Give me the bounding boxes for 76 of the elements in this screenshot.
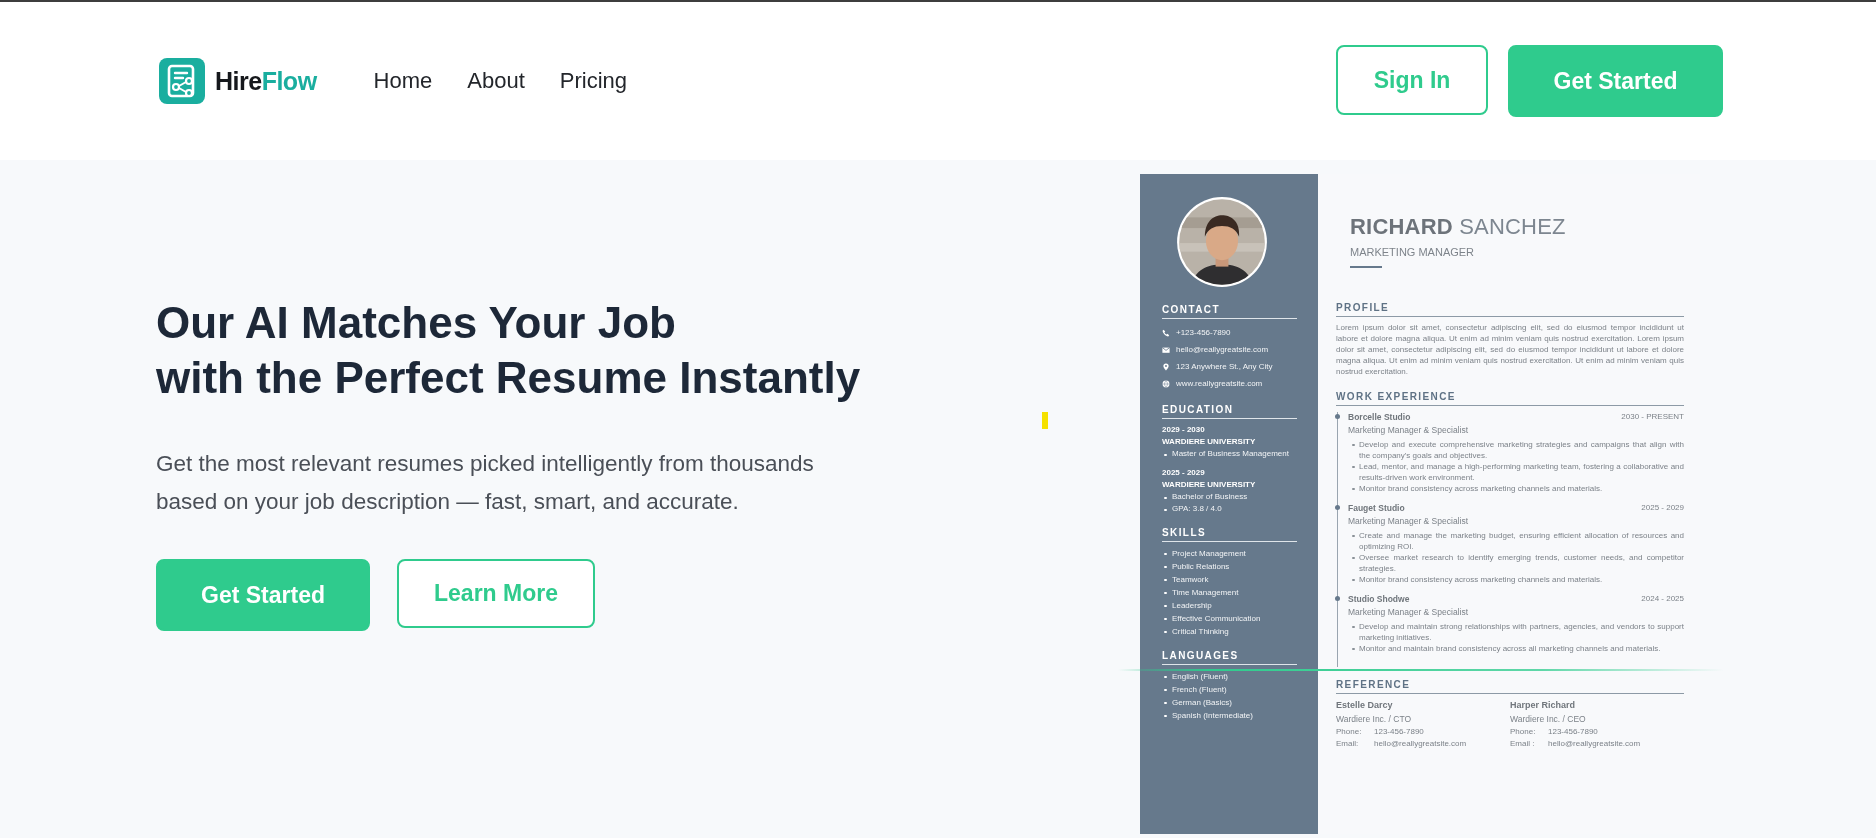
section-heading: REFERENCE xyxy=(1336,679,1684,694)
language-item: German (Basics) xyxy=(1162,696,1302,709)
resume-name: RICHARD SANCHEZ xyxy=(1349,214,1567,240)
job-bullet: Develop and execute comprehensive marketing strategies and campaigns that align with the company's goals and objectives. xyxy=(1351,439,1684,461)
mail-icon xyxy=(1162,345,1170,354)
language-item: Spanish (Intermediate) xyxy=(1162,709,1302,722)
job-role: Marketing Manager & Specialist xyxy=(1348,425,1469,435)
job-bullet: Lead, mentor, and manage a high-performing marketing team, fostering a collaborative and results-driven work environment. xyxy=(1351,461,1684,483)
logo-icon[interactable] xyxy=(159,58,205,104)
job-bullet: Oversee market research to identify emerging trends, customer needs, and competitor strategies. xyxy=(1351,552,1684,574)
company-name: Studio Shodwe xyxy=(1348,594,1410,604)
language-item: English (Fluent) xyxy=(1162,670,1302,683)
phone-number: 123-456-7890 xyxy=(1548,727,1598,736)
skill-item: Effective Communication xyxy=(1162,612,1302,625)
language-item: French (Fluent) xyxy=(1162,683,1302,696)
reference-company: Wardiere Inc. / CEO xyxy=(1510,714,1587,724)
school-name: WARDIERE UNIVERSITY xyxy=(1162,436,1257,448)
section-heading: WORK EXPERIENCE xyxy=(1336,391,1684,406)
email-address: hello@reallygreatsite.com xyxy=(1374,739,1467,748)
job-dates: 2025 - 2029 xyxy=(1641,503,1684,513)
job-bullet: Monitor brand consistency across marketing channels and materials. xyxy=(1351,574,1684,585)
skill-item: Project Management xyxy=(1162,547,1302,560)
section-heading: EDUCATION xyxy=(1162,404,1297,419)
skill-item: Teamwork xyxy=(1162,573,1302,586)
job-dates: 2024 - 2025 xyxy=(1641,594,1684,604)
education-item: GPA: 3.8 / 4.0 xyxy=(1162,503,1302,515)
section-heading: LANGUAGES xyxy=(1162,650,1297,665)
job-bullet: Develop and maintain strong relationships with partners, agencies, and vendors to support marketing initiatives. xyxy=(1351,621,1684,643)
profile-text: Lorem ipsum dolor sit amet, consectetur adipiscing elit, sed do eiusmod tempor incididunt ut labore et dolore magna aliqua. Ut enim ad minim veniam quis nostrud exercitation. Lorem ipsum dolor sit amet, consectetur adipiscing elit, sed do eiusmod tempor incididunt ut labore et dolore magna aliqua. Ut enim ad minim veniam quis nostrud exercitation. Ut enim ad minim veniam quis nostrud exercitation. xyxy=(1336,322,1684,377)
hero-description: Get the most relevant resumes picked intelligently from thousands based on your job description — fast, smart, and accurate. xyxy=(156,450,815,516)
contact-text: 123 Anywhere St., Any City xyxy=(1176,362,1273,371)
company-name: Borcelle Studio xyxy=(1348,412,1411,422)
skill-item: Public Relations xyxy=(1162,560,1302,573)
phone-label: Phone: xyxy=(1336,727,1363,736)
email-label: Email : xyxy=(1510,739,1536,748)
phone-number: 123-456-7890 xyxy=(1374,727,1424,736)
phone-label: Phone: xyxy=(1510,727,1537,736)
school-name: WARDIERE UNIVERSITY xyxy=(1162,479,1257,491)
skill-item: Critical Thinking xyxy=(1162,625,1302,638)
contact-text: +123-456-7890 xyxy=(1176,328,1231,337)
email-label: Email: xyxy=(1336,739,1360,748)
location-pin-icon xyxy=(1162,362,1170,371)
job-bullet: Create and manage the marketing budget, ensuring efficient allocation of resources and optimizing ROI. xyxy=(1351,530,1684,552)
phone-icon xyxy=(1162,328,1170,337)
resume-title: MARKETING MANAGER xyxy=(1349,246,1476,258)
job-dates: 2030 - PRESENT xyxy=(1621,412,1684,422)
timeline-dot xyxy=(1335,596,1340,601)
logo-text[interactable]: HireFlow xyxy=(215,66,317,96)
job-role: Marketing Manager & Specialist xyxy=(1348,607,1469,617)
education-item: Bachelor of Business xyxy=(1162,491,1302,503)
hero-heading: Our AI Matches Your Job with the Perfect Resume Instantly xyxy=(156,297,862,404)
email-address: hello@reallygreatsite.com xyxy=(1548,739,1641,748)
reference-name: Harper Richard xyxy=(1510,700,1577,710)
nav-link[interactable]: About xyxy=(467,68,525,94)
reference-company: Wardiere Inc. / CTO xyxy=(1336,714,1413,724)
timeline-dot xyxy=(1335,414,1340,419)
job-bullet: Monitor brand consistency across marketing channels and materials. xyxy=(1351,483,1684,494)
education-years: 2025 - 2029 xyxy=(1162,467,1206,479)
reference-name: Estelle Darcy xyxy=(1336,700,1394,710)
highlight-mark xyxy=(1042,412,1048,429)
skill-item: Time Management xyxy=(1162,586,1302,599)
contact-text: www.reallygreatsite.com xyxy=(1176,379,1263,388)
section-heading: CONTACT xyxy=(1162,304,1297,319)
company-name: Fauget Studio xyxy=(1348,503,1405,513)
job-role: Marketing Manager & Specialist xyxy=(1348,516,1469,526)
nav-link[interactable]: Pricing xyxy=(559,68,627,94)
contact-text: hello@reallygreatsite.com xyxy=(1176,345,1269,354)
section-heading: PROFILE xyxy=(1336,302,1684,317)
section-heading: SKILLS xyxy=(1162,527,1297,542)
job-bullet: Monitor and maintain brand consistency across all marketing channels and materials. xyxy=(1351,643,1684,654)
skill-item: Leadership xyxy=(1162,599,1302,612)
timeline-dot xyxy=(1335,505,1340,510)
education-years: 2029 - 2030 xyxy=(1162,424,1206,436)
education-item: Master of Business Management xyxy=(1162,448,1302,460)
nav-link[interactable]: Home xyxy=(373,68,433,94)
globe-icon xyxy=(1162,379,1170,388)
